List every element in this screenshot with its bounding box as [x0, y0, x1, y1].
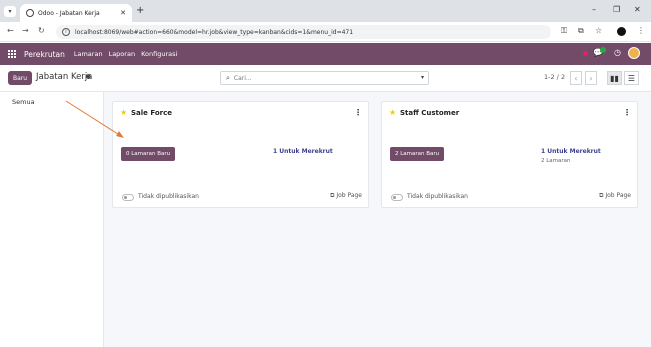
search-icon: ⌕ [226, 73, 230, 82]
new-tab-button[interactable]: + [136, 5, 144, 16]
to-recruit-link[interactable]: 1 Untuk Merekrut [273, 148, 333, 155]
pager-value[interactable]: 1-2 / 2 [544, 73, 565, 81]
new-applications-button[interactable]: 0 Lamaran Baru [121, 147, 176, 161]
pager-next-icon[interactable]: › [585, 71, 597, 85]
profile-avatar[interactable] [617, 27, 626, 36]
job-page-link[interactable]: ⧉ Job Page [330, 192, 362, 200]
to-recruit-link[interactable]: 1 Untuk Merekrut [541, 148, 601, 155]
user-avatar[interactable] [628, 47, 640, 59]
menu-konfigurasi[interactable]: Konfigurasi [141, 50, 177, 58]
menu-laporan[interactable]: Laporan [109, 50, 135, 58]
site-info-icon[interactable]: i [62, 28, 70, 36]
tab-close-icon[interactable]: ✕ [120, 9, 126, 17]
search-options-toggle-icon[interactable]: ▾ [421, 74, 424, 81]
status-dot-icon[interactable] [583, 51, 588, 56]
browser-toolbar: ← → ↻ i localhost:8069/web#action=660&mo… [0, 22, 651, 42]
applications-count-link[interactable]: 2 Lamaran [541, 158, 571, 164]
tab-title: Odoo - Jabatan Kerja [38, 9, 100, 17]
search-box[interactable]: ⌕ ▾ [220, 71, 429, 85]
favorite-star-icon[interactable]: ★ [389, 108, 396, 117]
odoo-favicon-icon [26, 9, 34, 17]
publish-toggle[interactable] [122, 194, 134, 201]
publish-status: Tidak dipublikasikan [138, 193, 199, 200]
url-text: localhost:8069/web#action=660&model=hr.j… [75, 28, 354, 36]
back-icon[interactable]: ← [7, 26, 14, 35]
password-key-icon[interactable]: ⚿ [561, 26, 567, 36]
job-card-sale-force[interactable]: ★ Sale Force ⋮ 0 Lamaran Baru 1 Untuk Me… [112, 101, 369, 208]
minimize-icon[interactable]: – [592, 5, 596, 14]
publish-status: Tidak dipublikasikan [407, 193, 468, 200]
job-page-link[interactable]: ⧉ Job Page [599, 192, 631, 200]
menu-lamaran[interactable]: Lamaran [74, 50, 103, 58]
card-menu-icon[interactable]: ⋮ [623, 108, 631, 117]
notification-badge [600, 47, 606, 53]
search-input[interactable] [233, 74, 394, 82]
tab-search-button[interactable]: ▾ [4, 6, 16, 17]
kanban-view-icon[interactable]: ▮▮ [607, 71, 622, 85]
search-panel-item-all[interactable]: Semua [12, 98, 35, 106]
job-name: Staff Customer [400, 109, 460, 117]
job-card-staff-customer[interactable]: ★ Staff Customer ⋮ 2 Lamaran Baru 1 Untu… [381, 101, 638, 208]
reload-icon[interactable]: ↻ [38, 26, 45, 35]
app-menu-icon[interactable] [8, 49, 17, 59]
address-bar[interactable]: i localhost:8069/web#action=660&model=hr… [56, 25, 551, 39]
search-panel: Semua [0, 92, 104, 347]
favorite-star-icon[interactable]: ★ [120, 108, 127, 117]
kanban-content: Semua ★ Sale Force ⋮ 0 Lamaran Baru 1 Un… [0, 92, 651, 347]
page-title: Jabatan Kerja [36, 72, 93, 82]
list-view-icon[interactable]: ☰ [624, 71, 639, 85]
control-panel: Baru Jabatan Kerja ✱ ⌕ ▾ 1-2 / 2 ‹ › ▮▮ … [0, 65, 651, 92]
card-menu-icon[interactable]: ⋮ [354, 108, 362, 117]
new-applications-button[interactable]: 2 Lamaran Baru [390, 147, 445, 161]
forward-icon[interactable]: → [22, 26, 29, 35]
app-brand[interactable]: Perekrutan [24, 50, 65, 59]
pager-previous-icon[interactable]: ‹ [570, 71, 582, 85]
job-page-label: Job Page [605, 192, 631, 199]
browser-tab-strip: ▾ Odoo - Jabatan Kerja ✕ + – ❐ ✕ [0, 0, 651, 22]
window-close-icon[interactable]: ✕ [634, 5, 641, 14]
bookmark-star-icon[interactable]: ☆ [595, 26, 602, 35]
browser-menu-icon[interactable]: ⋮ [637, 26, 645, 35]
job-page-label: Job Page [336, 192, 362, 199]
gear-icon[interactable]: ✱ [85, 73, 91, 81]
install-app-icon[interactable]: ⧉ [578, 26, 584, 36]
clock-icon[interactable]: ◷ [614, 48, 621, 57]
new-button[interactable]: Baru [8, 71, 32, 85]
maximize-icon[interactable]: ❐ [613, 5, 620, 14]
browser-tab[interactable]: Odoo - Jabatan Kerja ✕ [20, 4, 132, 22]
odoo-navbar: Perekrutan Lamaran Laporan Konfigurasi 💬… [0, 43, 651, 65]
job-name: Sale Force [131, 109, 173, 117]
publish-toggle[interactable] [391, 194, 403, 201]
